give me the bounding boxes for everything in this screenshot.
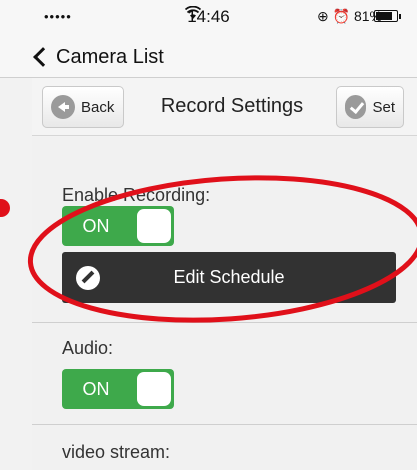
enable-recording-toggle[interactable]: ON bbox=[62, 206, 174, 246]
checkmark-icon bbox=[345, 95, 367, 119]
camera-list-label: Camera List bbox=[56, 45, 164, 68]
toggle-state-label: ON bbox=[82, 216, 110, 236]
status-bar: ••••• 14:46 ⊕ ⏰ 81% bbox=[0, 0, 417, 34]
camera-list-back-link[interactable]: Camera List bbox=[32, 42, 164, 72]
back-arrow-icon bbox=[51, 95, 75, 119]
section-divider bbox=[32, 424, 417, 425]
page-title: Record Settings bbox=[160, 95, 304, 117]
toggle-knob bbox=[137, 372, 171, 406]
audio-toggle[interactable]: ON bbox=[62, 369, 174, 409]
section-divider bbox=[32, 322, 417, 323]
status-indicators: ⊕ ⏰ 81% bbox=[317, 8, 382, 24]
toggle-knob bbox=[137, 209, 171, 243]
enable-recording-label: Enable Recording: bbox=[62, 185, 211, 205]
settings-content: Enable Recording: ON Edit Schedule Audio… bbox=[32, 137, 417, 470]
record-settings-toolbar: Back Record Settings Set bbox=[32, 78, 417, 136]
back-button[interactable]: Back bbox=[42, 86, 124, 128]
navigation-bar: Camera List bbox=[0, 34, 417, 78]
edit-schedule-label: Edit Schedule bbox=[173, 267, 285, 287]
back-button-label: Back bbox=[81, 98, 115, 116]
annotation-dot bbox=[0, 199, 10, 217]
audio-label: Audio: bbox=[62, 338, 114, 358]
battery-icon bbox=[374, 10, 398, 22]
toggle-state-label: ON bbox=[82, 379, 110, 399]
edit-schedule-button[interactable]: Edit Schedule bbox=[62, 252, 396, 303]
set-button-label: Set bbox=[372, 98, 395, 116]
set-button[interactable]: Set bbox=[336, 86, 404, 128]
battery-tip bbox=[399, 14, 401, 19]
chevron-left-icon bbox=[33, 47, 53, 67]
video-stream-label: video stream: bbox=[62, 442, 171, 462]
